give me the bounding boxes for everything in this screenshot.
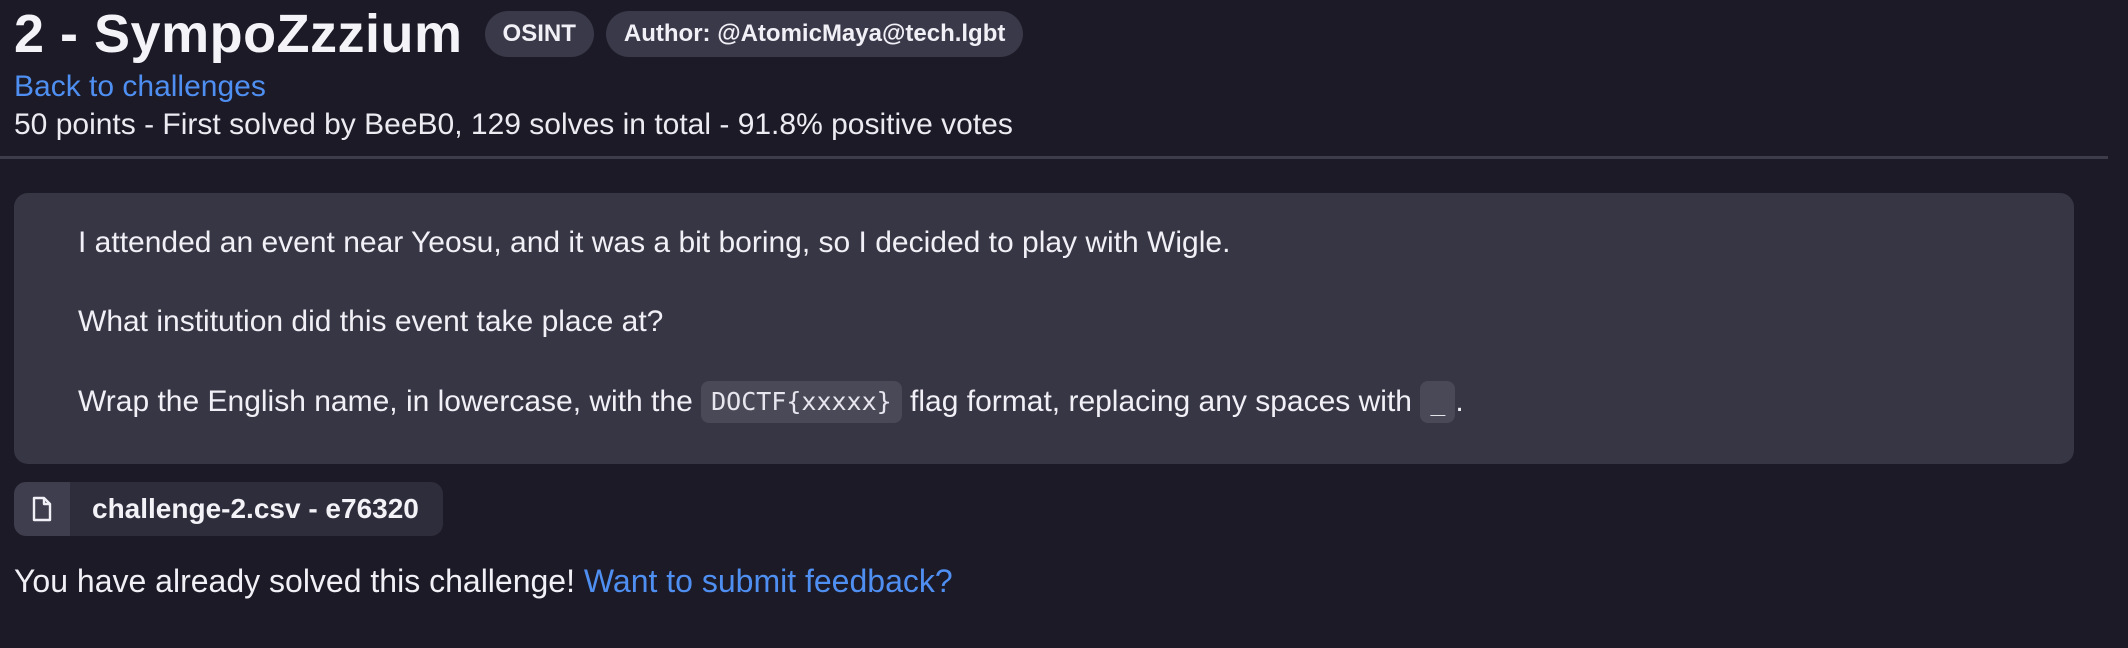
attachment-label[interactable]: challenge-2.csv - e76320 [70, 482, 443, 536]
underscore-code: _ [1420, 381, 1456, 423]
description-text: Wrap the English name, in lowercase, wit… [78, 385, 702, 418]
description-box: I attended an event near Yeosu, and it w… [14, 193, 2074, 464]
submit-feedback-link[interactable]: Want to submit feedback? [584, 563, 953, 599]
page-title: 2 - SympoZzzium [14, 4, 463, 64]
challenge-header: 2 - SympoZzzium OSINT Author: @AtomicMay… [14, 0, 2104, 144]
solved-status: You have already solved this challenge! … [14, 560, 953, 602]
back-to-challenges-link[interactable]: Back to challenges [14, 68, 2104, 106]
category-badge: OSINT [484, 11, 594, 57]
description-text: . [1455, 385, 1464, 418]
title-row: 2 - SympoZzzium OSINT Author: @AtomicMay… [14, 0, 2104, 68]
description-line-1: I attended an event near Yeosu, and it w… [78, 226, 1231, 259]
challenge-meta: 50 points - First solved by BeeB0, 129 s… [14, 108, 1013, 141]
author-badge: Author: @AtomicMaya@tech.lgbt [605, 11, 1024, 57]
attachment-download[interactable]: challenge-2.csv - e76320 [14, 482, 443, 536]
file-icon-svg [32, 496, 52, 522]
description-line-2: What institution did this event take pla… [78, 305, 664, 338]
file-icon [14, 482, 70, 536]
flag-format-code: DOCTF{xxxxx} [701, 381, 902, 423]
solved-text: You have already solved this challenge! [14, 563, 584, 599]
description-line-3: Wrap the English name, in lowercase, wit… [78, 381, 2074, 423]
description-text: flag format, replacing any spaces with [901, 385, 1421, 418]
challenge-page: 2 - SympoZzzium OSINT Author: @AtomicMay… [0, 0, 2128, 648]
header-divider [0, 156, 2108, 159]
